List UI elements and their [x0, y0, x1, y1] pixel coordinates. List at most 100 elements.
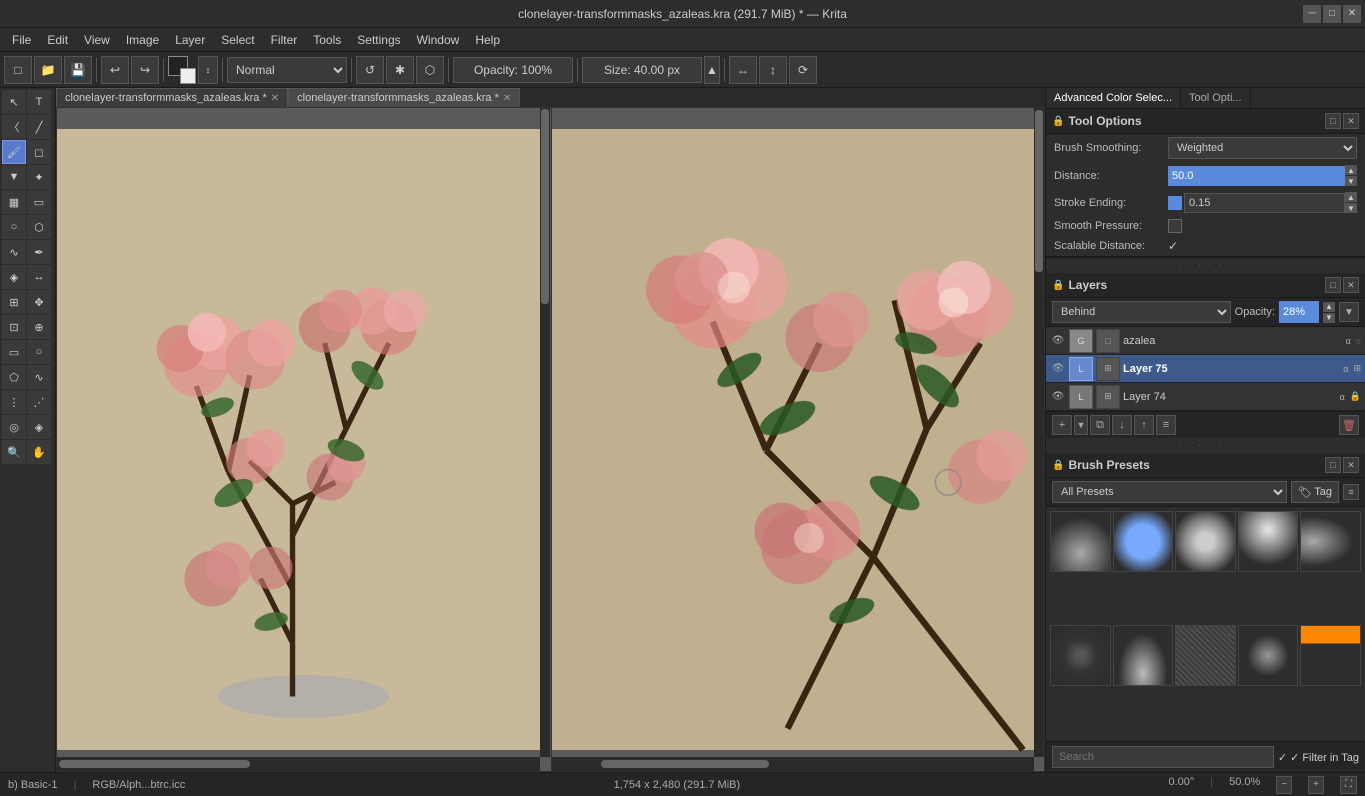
measure-tool[interactable]: ↔: [27, 265, 51, 289]
canvas-tab-2-close[interactable]: ✕: [503, 93, 511, 104]
menu-settings[interactable]: Settings: [349, 31, 408, 49]
freehand-tool[interactable]: 〈: [2, 115, 26, 139]
brush-tool[interactable]: 🖌: [2, 140, 26, 164]
canvas-right-scrollbar-h[interactable]: [552, 757, 1035, 771]
zoom-out-button[interactable]: −: [1276, 776, 1292, 794]
brush-preset-9[interactable]: [1238, 625, 1299, 686]
close-button[interactable]: ✕: [1343, 5, 1361, 23]
ellipse-select-tool[interactable]: ○: [27, 340, 51, 364]
menu-window[interactable]: Window: [409, 31, 468, 49]
brush-preset-8[interactable]: [1175, 625, 1236, 686]
eraser-tool[interactable]: ◻: [27, 140, 51, 164]
brush-presets-more-button[interactable]: ≡: [1343, 484, 1359, 500]
layer-more-button[interactable]: ≡: [1156, 415, 1176, 435]
smooth-pressure-checkbox[interactable]: [1168, 219, 1182, 233]
move-tool[interactable]: ✥: [27, 290, 51, 314]
canvas-left-scrollbar-v[interactable]: [540, 108, 550, 757]
panel-tab-advanced-color[interactable]: Advanced Color Selec...: [1046, 88, 1181, 108]
layer-delete-button[interactable]: 🗑: [1339, 415, 1359, 435]
canvas-left-scrollbar-h[interactable]: [57, 757, 540, 771]
brush-preset-2[interactable]: [1113, 511, 1174, 572]
brush-presets-float-button[interactable]: □: [1325, 457, 1341, 473]
symmetry-button[interactable]: ⬡: [416, 56, 444, 84]
calligraphy-tool[interactable]: ✒: [27, 240, 51, 264]
layer-add-button[interactable]: +: [1052, 415, 1072, 435]
rect-tool[interactable]: ▭: [27, 190, 51, 214]
flip-v-button[interactable]: ↕: [759, 56, 787, 84]
filter-in-tag-toggle[interactable]: ✓ ✓ Filter in Tag: [1278, 751, 1359, 764]
brush-preset-3[interactable]: [1175, 511, 1236, 572]
canvas-right-scrollbar-v[interactable]: [1034, 108, 1044, 757]
layer-azalea-eye[interactable]: 👁: [1050, 333, 1066, 349]
tool-options-close-button[interactable]: ✕: [1343, 113, 1359, 129]
layer-opacity-spin-up[interactable]: ▲: [1323, 302, 1335, 312]
layer-blend-mode-select[interactable]: Behind Normal Multiply: [1052, 301, 1231, 323]
reset-button[interactable]: ↺: [356, 56, 384, 84]
fill-tool[interactable]: ▼: [2, 165, 26, 189]
ellipse-tool[interactable]: ○: [2, 215, 26, 239]
menu-filter[interactable]: Filter: [263, 31, 306, 49]
menu-layer[interactable]: Layer: [167, 31, 213, 49]
flip-h-button[interactable]: ↔: [729, 56, 757, 84]
fullscreen-button[interactable]: ⛶: [1340, 776, 1357, 794]
brush-presets-close-button[interactable]: ✕: [1343, 457, 1359, 473]
undo-button[interactable]: ↩: [101, 56, 129, 84]
redo-button[interactable]: ↪: [131, 56, 159, 84]
save-button[interactable]: 💾: [64, 56, 92, 84]
path-tool[interactable]: ∿: [2, 240, 26, 264]
stroke-ending-input[interactable]: [1184, 193, 1345, 213]
brush-preset-4[interactable]: [1238, 511, 1299, 572]
brush-preset-5[interactable]: [1300, 511, 1361, 572]
layer-copy-button[interactable]: ⧉: [1090, 415, 1110, 435]
distance-input[interactable]: [1168, 166, 1345, 186]
tool-options-float-button[interactable]: □: [1325, 113, 1341, 129]
canvas-panel-right[interactable]: [551, 107, 1046, 772]
layer-75-eye[interactable]: 👁: [1050, 361, 1066, 377]
menu-image[interactable]: Image: [118, 31, 167, 49]
line-tool[interactable]: ╱: [27, 115, 51, 139]
layer-74-eye[interactable]: 👁: [1050, 389, 1066, 405]
canvas-tab-1-close[interactable]: ✕: [271, 93, 279, 104]
canvas-tab-2[interactable]: clonelayer-transformmasks_azaleas.kra * …: [288, 88, 520, 107]
brush-preset-1[interactable]: [1050, 511, 1111, 572]
color-swatches[interactable]: [168, 56, 196, 84]
rotate-button[interactable]: ⟳: [789, 56, 817, 84]
contiguous-select-tool[interactable]: ⋮: [2, 390, 26, 414]
distance-spin-up[interactable]: ▲: [1345, 165, 1357, 175]
polygon-select-tool[interactable]: ⬠: [2, 365, 26, 389]
zoom-tool[interactable]: 🔍: [2, 440, 26, 464]
pan-tool[interactable]: ✋: [27, 440, 51, 464]
new-button[interactable]: □: [4, 56, 32, 84]
maximize-button[interactable]: □: [1323, 5, 1341, 23]
select-tool[interactable]: ↖: [2, 90, 26, 114]
brush-presets-category-select[interactable]: All Presets: [1052, 481, 1287, 503]
open-button[interactable]: 📁: [34, 56, 62, 84]
menu-view[interactable]: View: [76, 31, 118, 49]
minimize-button[interactable]: ─: [1303, 5, 1321, 23]
canvas-panel-left[interactable]: [56, 107, 551, 772]
background-color[interactable]: [180, 68, 196, 84]
menu-tools[interactable]: Tools: [305, 31, 349, 49]
polygon-tool[interactable]: ⬡: [27, 215, 51, 239]
smart-patch-tool[interactable]: ◈: [2, 265, 26, 289]
layer-opacity-spin-down[interactable]: ▼: [1323, 313, 1335, 323]
freehand-select-tool[interactable]: ∿: [27, 365, 51, 389]
menu-edit[interactable]: Edit: [39, 31, 76, 49]
similar-select-tool[interactable]: ⋰: [27, 390, 51, 414]
layer-add-options-button[interactable]: ▼: [1074, 415, 1088, 435]
eyedropper-tool[interactable]: ✦: [27, 165, 51, 189]
magnetic-select-tool[interactable]: ◎: [2, 415, 26, 439]
eraser-button[interactable]: ✱: [386, 56, 414, 84]
assistant-tool[interactable]: ⊕: [27, 315, 51, 339]
text-tool[interactable]: T: [27, 90, 51, 114]
layer-opacity-input[interactable]: [1279, 301, 1319, 323]
menu-select[interactable]: Select: [213, 31, 262, 49]
rect-select-tool[interactable]: ▭: [2, 340, 26, 364]
brush-preset-6[interactable]: [1050, 625, 1111, 686]
gradient-tool[interactable]: ▦: [2, 190, 26, 214]
layer-up-button[interactable]: ↑: [1134, 415, 1154, 435]
size-spin-up[interactable]: ▲: [704, 56, 720, 84]
layers-float-button[interactable]: □: [1325, 277, 1341, 293]
crop-tool[interactable]: ⊡: [2, 315, 26, 339]
panel-tab-tool-options[interactable]: Tool Opti...: [1181, 88, 1251, 108]
